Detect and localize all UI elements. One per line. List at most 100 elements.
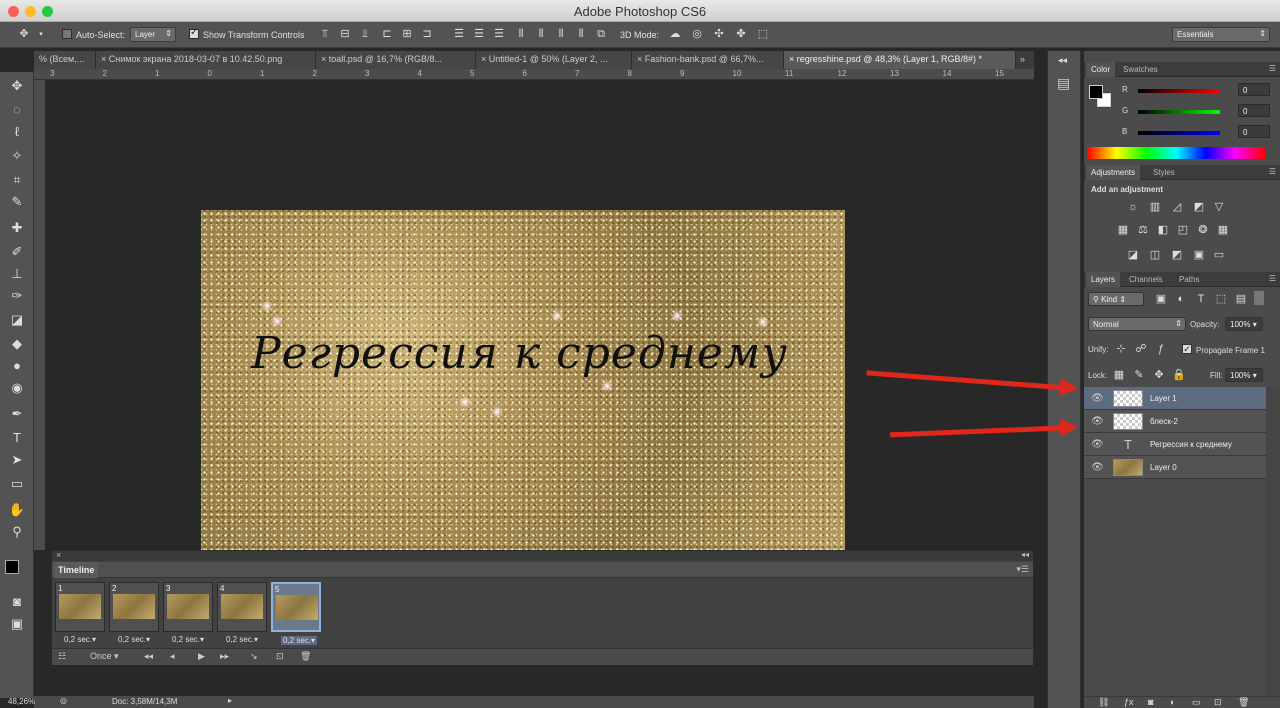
type-tool-icon[interactable]: T [7,428,27,448]
loop-dropdown[interactable]: Once ▾ [90,651,119,662]
auto-select-checkbox[interactable] [62,29,72,39]
green-value-field[interactable]: 0 [1238,104,1270,117]
document-canvas[interactable]: Регрессия к среднему [201,210,845,550]
red-value-field[interactable]: 0 [1238,83,1270,96]
curves-icon[interactable]: ◿ [1170,201,1184,213]
timeline-frame[interactable]: 4 0,2 sec.▾ [217,582,267,644]
filter-shape-icon[interactable]: ⬚ [1214,293,1228,305]
propagate-frame-checkbox[interactable]: ✓ [1182,344,1192,354]
align-top-icon[interactable]: ⫪ [318,28,332,41]
frame-delay[interactable]: 0,2 sec.▾ [226,635,258,644]
timeline-frame-selected[interactable]: 5 0,2 sec.▾ [271,582,321,645]
photo-filter-icon[interactable]: ◰ [1176,224,1190,236]
color-spectrum-bar[interactable] [1087,147,1265,159]
distribute-right-icon[interactable]: ⫴ [554,28,568,41]
marquee-tool-icon[interactable]: ◌ [7,100,27,120]
status-info-icon[interactable]: ◎ [60,696,67,705]
foreground-color-swatch[interactable] [1089,85,1103,99]
eye-icon[interactable]: 👁 [1091,462,1104,473]
close-icon[interactable]: × [789,54,797,64]
workspace-dropdown[interactable]: Essentials ⇕ [1172,27,1270,42]
timeline-frame[interactable]: 2 0,2 sec.▾ [109,582,159,644]
levels-icon[interactable]: ▥ [1148,201,1162,213]
unify-position-icon[interactable]: ⊹ [1114,343,1128,355]
hand-tool-icon[interactable]: ✋ [7,500,27,520]
foreground-color-swatch[interactable] [5,560,19,574]
lock-transparent-icon[interactable]: ▦ [1112,369,1126,381]
tab-timeline[interactable]: Timeline [54,562,99,578]
close-panel-icon[interactable]: × [56,550,61,560]
panel-menu-icon[interactable]: ☰ [1269,274,1276,283]
filter-toggle[interactable] [1254,291,1264,305]
tab-doc-3[interactable]: × toall.psd @ 16,7% (RGB/8... [316,51,476,69]
dodge-tool-icon[interactable]: ◉ [7,378,27,398]
tab-doc-5[interactable]: × Fashion-bank.psd @ 66,7%... [632,51,784,69]
show-transform-checkbox[interactable]: ✓ [189,27,199,39]
history-brush-tool-icon[interactable]: ✑ [7,286,27,306]
green-gradient[interactable] [1138,110,1220,114]
blend-mode-dropdown[interactable]: Normal ⇕ [1088,317,1186,331]
frame-delay[interactable]: 0,2 sec.▾ [118,635,150,644]
close-icon[interactable]: × [101,54,109,64]
distribute-left-icon[interactable]: ⫴ [514,28,528,41]
lock-all-icon[interactable]: 🔒 [1172,369,1186,381]
threshold-icon[interactable]: ◩ [1170,249,1184,261]
healing-brush-tool-icon[interactable]: ✚ [7,218,27,238]
align-left-icon[interactable]: ⊏ [380,28,394,41]
unify-visibility-icon[interactable]: ☍ [1134,343,1148,355]
quick-mask-icon[interactable]: ◙ [7,592,27,612]
move-tool-preset-icon[interactable]: ✥ [17,28,31,41]
distribute-vcenter-icon[interactable]: ☰ [472,28,486,41]
color-lookup-icon[interactable]: ▦ [1216,224,1230,236]
red-gradient[interactable] [1138,89,1220,93]
crop-tool-icon[interactable]: ⌗ [7,170,27,190]
align-right-icon[interactable]: ⊐ [420,28,434,41]
exposure-icon[interactable]: ◩ [1192,201,1206,213]
brush-tool-icon[interactable]: ✐ [7,242,27,262]
hue-saturation-icon[interactable]: ▦ [1116,224,1130,236]
collapse-dock-icon[interactable]: ◂◂ [1058,55,1067,66]
distribute-hcenter-icon[interactable]: ⫴ [534,28,548,41]
previous-frame-icon[interactable]: ◂ [170,651,175,662]
3d-roll-icon[interactable]: ◎ [690,28,704,41]
align-hcenter-icon[interactable]: ⊞ [400,28,414,41]
more-tabs-icon[interactable]: » [1020,54,1025,64]
panel-menu-icon[interactable]: ☰ [1269,167,1276,176]
align-bottom-icon[interactable]: ⫫ [358,28,372,41]
close-icon[interactable]: × [637,54,645,64]
rectangle-tool-icon[interactable]: ▭ [7,474,27,494]
paint-bucket-tool-icon[interactable]: ◆ [7,334,27,354]
adjustment-layer-icon[interactable]: ◐ [1170,697,1175,707]
move-tool-icon[interactable]: ✥ [7,76,27,96]
layers-scrollbar[interactable] [1266,387,1280,697]
filter-adjustment-icon[interactable]: ◐ [1174,293,1188,305]
blue-value-field[interactable]: 0 [1238,125,1270,138]
layer-row[interactable]: 👁 Layer 1 [1084,387,1266,410]
fill-field[interactable]: 100% ▾ [1225,368,1263,382]
3d-rotate-icon[interactable]: ☁ [668,28,682,41]
clone-stamp-tool-icon[interactable]: ⊥ [7,264,27,284]
magic-wand-tool-icon[interactable]: ✧ [7,146,27,166]
distribute-top-icon[interactable]: ☰ [452,28,466,41]
delete-layer-icon[interactable]: 🗑 [1238,697,1249,708]
filter-type-icon[interactable]: T [1194,293,1208,305]
tab-paths[interactable]: Paths [1174,272,1204,287]
align-vcenter-icon[interactable]: ⊟ [338,28,352,41]
layer-filter-kind-dropdown[interactable]: ⚲ Kind ⇕ [1088,292,1144,306]
close-icon[interactable]: × [481,54,489,64]
eye-icon[interactable]: 👁 [1091,439,1104,450]
duplicate-frame-icon[interactable]: ⊡ [276,651,284,662]
distribute-width-icon[interactable]: ⫴ [574,28,588,41]
lock-image-icon[interactable]: ✎ [1132,369,1146,381]
tab-doc-4[interactable]: × Untitled-1 @ 50% (Layer 2, ... [476,51,632,69]
3d-scale-icon[interactable]: ⬚ [756,28,770,41]
selective-color-icon[interactable]: ▣ [1192,249,1206,261]
convert-timeline-icon[interactable]: ☷ [58,651,66,662]
3d-drag-icon[interactable]: ✣ [712,28,726,41]
collapse-panel-icon[interactable]: ◂◂ [1021,550,1029,559]
first-frame-icon[interactable]: ◂◂ [144,651,153,662]
gradient-map-icon[interactable]: ▭ [1212,249,1226,261]
timeline-frame[interactable]: 1 0,2 sec.▾ [55,582,105,644]
history-panel-icon[interactable]: ▤ [1057,75,1070,92]
eye-icon[interactable]: 👁 [1091,393,1104,404]
